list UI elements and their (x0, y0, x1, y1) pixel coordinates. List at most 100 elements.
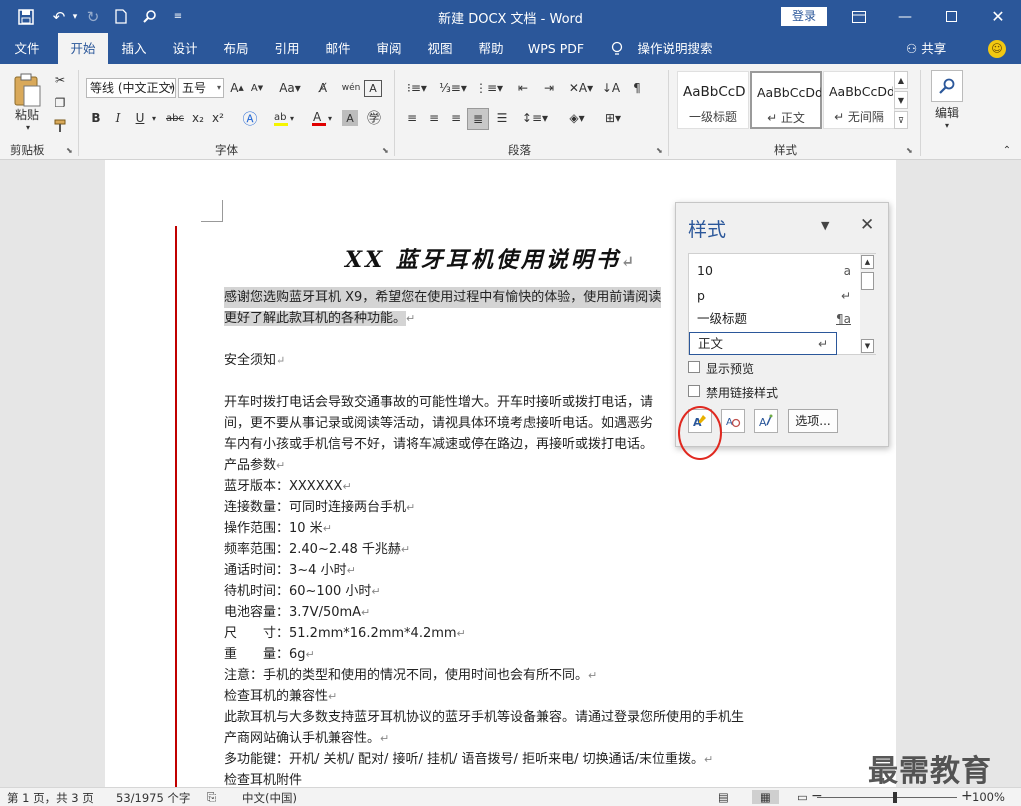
collapse-ribbon-icon[interactable]: ⌃ (1000, 144, 1014, 156)
align-left-icon[interactable]: ≡ (402, 108, 422, 128)
styles-scroll-down-icon[interactable]: ▼ (894, 91, 908, 109)
disable-linked-styles-checkbox[interactable]: 禁用链接样式 (688, 384, 908, 400)
tab-wps-pdf[interactable]: WPS PDF (520, 33, 592, 64)
login-button[interactable]: 登录 (781, 7, 827, 26)
lightbulb-icon[interactable] (606, 33, 628, 64)
tab-file[interactable]: 文件 (0, 33, 54, 64)
character-shading-icon[interactable]: A (342, 110, 358, 126)
maximize-icon[interactable] (928, 0, 974, 33)
doc-line[interactable]: 更好了解此款耳机的各种功能。↵ (224, 308, 415, 329)
clear-format-icon[interactable]: A̸ (314, 78, 332, 98)
line-spacing-icon[interactable]: ↕≡▾ (520, 108, 550, 128)
phonetic-guide-icon[interactable]: wén (342, 78, 361, 98)
tab-layout[interactable]: 布局 (212, 33, 260, 64)
align-center-icon[interactable]: ≡ (424, 108, 444, 128)
styles-scroll-up-icon[interactable]: ▲ (894, 71, 908, 89)
print-layout-icon[interactable]: ▦ (752, 790, 779, 804)
tab-insert[interactable]: 插入 (110, 33, 158, 64)
document-heading[interactable]: XX 蓝牙耳机使用说明书↵ (345, 242, 637, 274)
style-list-item[interactable]: 10 a (689, 260, 859, 283)
doc-line[interactable]: 车内有小孩或手机信号不好，请将车减速或停在路边，再接听或拨打电话。 (224, 434, 653, 455)
style-list-item-selected[interactable]: 正文 ↵ (689, 332, 837, 355)
ribbon-display-icon[interactable] (836, 0, 882, 33)
paste-label[interactable]: 粘贴 (8, 106, 46, 122)
doc-line[interactable]: 通话时间：3~4 小时↵ (224, 560, 356, 581)
paste-dropdown-icon[interactable]: ▾ (22, 122, 34, 132)
style-normal[interactable]: AaBbCcDd ↵ 正文 (750, 71, 822, 129)
pane-close-icon[interactable]: ✕ (860, 215, 874, 235)
italic-icon[interactable]: I (110, 108, 126, 128)
copy-icon[interactable]: ❐ (50, 93, 70, 113)
style-list-item[interactable]: p ↵ (689, 285, 859, 308)
paragraph-launcher-icon[interactable]: ⬊ (656, 146, 663, 155)
superscript-icon[interactable]: x² (210, 108, 226, 128)
page-count[interactable]: 第 1 页，共 3 页 (7, 790, 94, 806)
doc-line[interactable]: 连接数量：可同时连接两台手机↵ (224, 497, 415, 518)
styles-launcher-icon[interactable]: ⬊ (906, 146, 913, 155)
tab-review[interactable]: 审阅 (365, 33, 413, 64)
borders-icon[interactable]: ⊞▾ (598, 108, 628, 128)
clipboard-launcher-icon[interactable]: ⬊ (66, 146, 73, 155)
subscript-icon[interactable]: x₂ (190, 108, 206, 128)
manage-styles-icon[interactable]: A (754, 409, 778, 433)
tab-references[interactable]: 引用 (263, 33, 311, 64)
character-border-icon[interactable]: A (364, 80, 382, 97)
style-options-button[interactable]: 选项... (788, 409, 838, 433)
grow-font-icon[interactable]: A ▲ (228, 78, 246, 98)
editing-label[interactable]: 编辑 (926, 104, 968, 120)
close-icon[interactable]: ✕ (975, 0, 1021, 33)
font-launcher-icon[interactable]: ⬊ (382, 146, 389, 155)
paste-icon[interactable] (10, 70, 44, 110)
doc-line[interactable]: 蓝牙版本：XXXXXX↵ (224, 476, 352, 497)
text-effects-icon[interactable]: Ⓐ (240, 108, 260, 128)
scroll-up-icon[interactable]: ▲ (861, 255, 874, 269)
read-mode-icon[interactable]: ▤ (718, 790, 729, 804)
doc-line[interactable]: 此款耳机与大多数支持蓝牙耳机协议的蓝牙手机等设备兼容。请通过登录您所使用的手机生 (224, 707, 744, 728)
checkbox-box[interactable] (688, 385, 700, 397)
highlight-icon[interactable]: ab ▾ (270, 108, 298, 128)
justify-icon[interactable]: ≣ (467, 108, 489, 130)
share-button[interactable]: ⚇ 共享 (906, 33, 946, 64)
feedback-smiley-icon[interactable]: ☺ (988, 40, 1006, 58)
multilevel-list-icon[interactable]: ⋮≡▾ (474, 78, 504, 98)
scroll-thumb[interactable] (861, 272, 874, 290)
doc-line[interactable]: 频率范围：2.40~2.48 千兆赫↵ (224, 539, 410, 560)
doc-line[interactable]: 操作范围：10 米↵ (224, 518, 332, 539)
doc-line[interactable]: 间，更不要从事记录或阅读等活动，请视具体环境考虑接听电话。如遇恶劣 (224, 413, 653, 434)
font-name-combo[interactable]: 等线 (中文正文) ▾ (86, 78, 176, 98)
increase-indent-icon[interactable]: ⇥ (538, 78, 560, 98)
style-heading1[interactable]: AaBbCcD 一级标题 (677, 71, 749, 129)
minimize-icon[interactable]: — (882, 0, 928, 33)
align-right-icon[interactable]: ≡ (446, 108, 466, 128)
styles-more-icon[interactable]: ⊽ (894, 111, 908, 129)
tab-help[interactable]: 帮助 (467, 33, 515, 64)
doc-line[interactable]: 安全须知↵ (224, 350, 285, 371)
shading-icon[interactable]: ◈▾ (562, 108, 592, 128)
chinese-layout-icon[interactable]: ✕A▾ (566, 78, 596, 98)
enclose-characters-icon[interactable]: ㊫ (364, 108, 384, 128)
zoom-in-icon[interactable]: + (961, 788, 973, 804)
tab-mailings[interactable]: 邮件 (314, 33, 362, 64)
doc-line[interactable]: 产商网站确认手机兼容性。↵ (224, 728, 389, 749)
word-count[interactable]: 53/1975 个字 (116, 790, 190, 806)
doc-line[interactable]: 待机时间：60~100 小时↵ (224, 581, 381, 602)
zoom-out-icon[interactable]: − (811, 788, 823, 804)
show-marks-icon[interactable]: ¶ (626, 78, 648, 98)
proofing-icon[interactable]: ⎘ (207, 790, 216, 805)
font-color-icon[interactable]: A ▾ (308, 108, 336, 128)
doc-line[interactable]: 检查耳机的兼容性↵ (224, 686, 337, 707)
style-no-spacing[interactable]: AaBbCcDd ↵ 无间隔 (823, 71, 895, 129)
tell-me-search[interactable]: 操作说明搜索 (632, 33, 718, 64)
editing-dropdown-icon[interactable]: ▾ (940, 120, 954, 130)
style-inspector-icon[interactable]: A (721, 409, 745, 433)
shrink-font-icon[interactable]: A ▼ (248, 78, 266, 98)
cut-icon[interactable]: ✂ (50, 70, 70, 90)
distributed-icon[interactable]: ☰ (492, 108, 512, 128)
tab-design[interactable]: 设计 (161, 33, 209, 64)
pane-options-chevron-icon[interactable]: ▼ (821, 219, 829, 232)
doc-line[interactable]: 开车时拨打电话会导致交通事故的可能性增大。开车时接听或拨打电话，请 (224, 392, 653, 413)
tab-home[interactable]: 开始 (58, 33, 108, 64)
show-preview-checkbox[interactable]: 显示预览 (688, 360, 908, 376)
strikethrough-icon[interactable]: abc (164, 108, 186, 128)
bullets-icon[interactable]: ⁝≡▾ (402, 78, 432, 98)
